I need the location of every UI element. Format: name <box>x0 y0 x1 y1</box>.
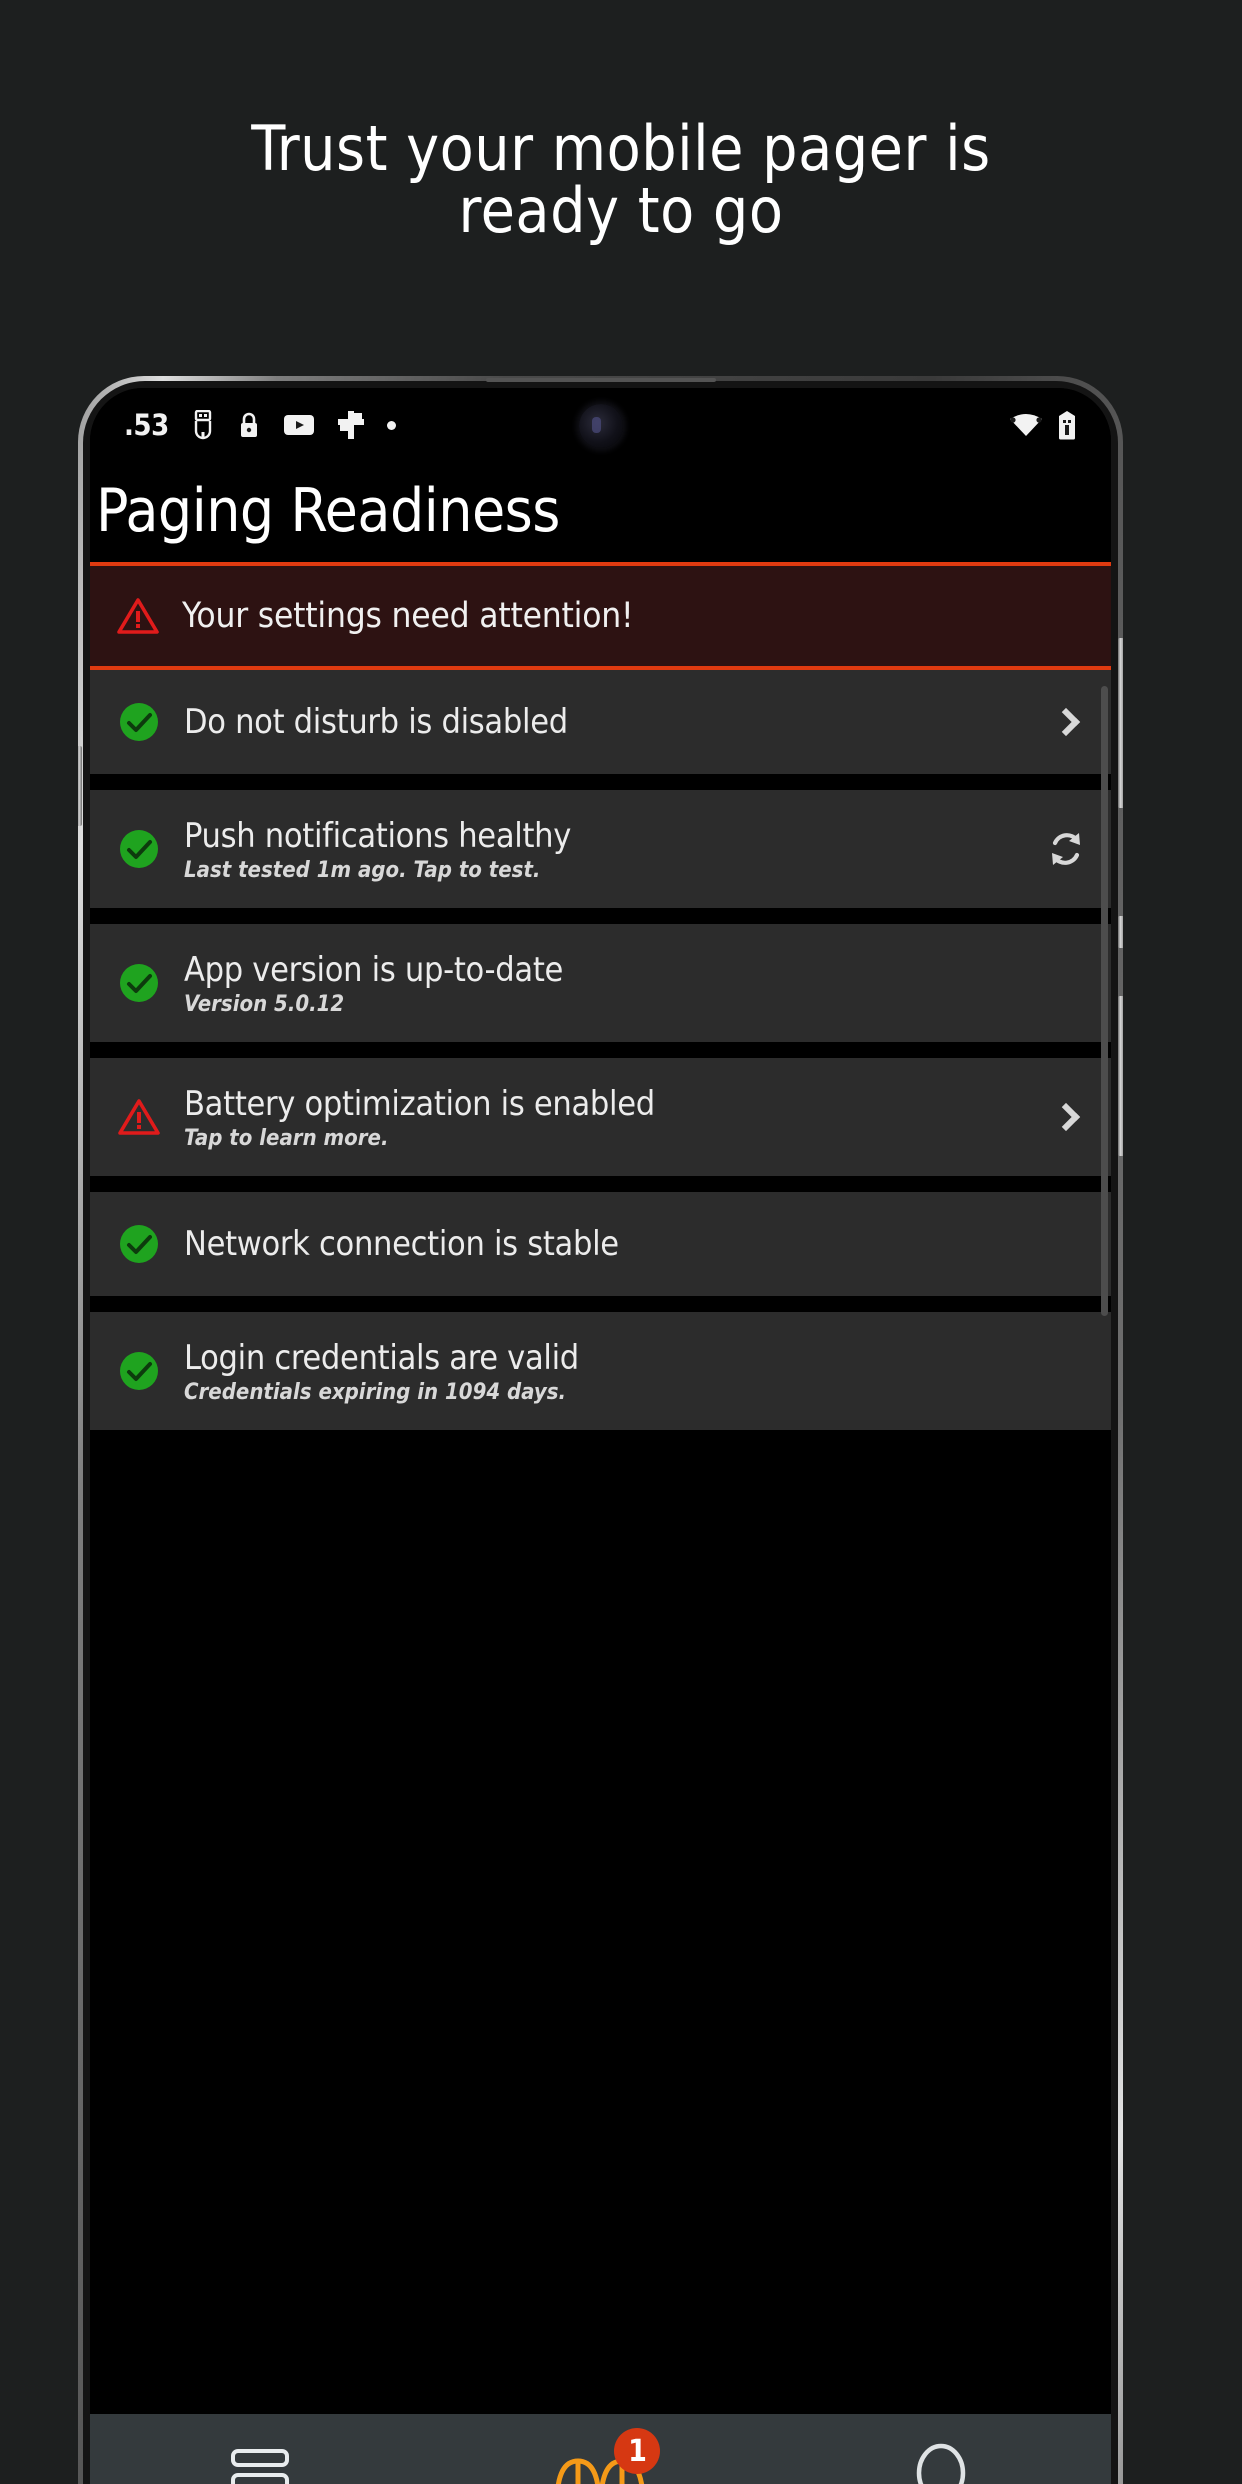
hamburger-list-icon <box>231 2449 290 2484</box>
side-key-left[interactable] <box>78 746 82 826</box>
wifi-icon <box>1010 414 1042 436</box>
chevron-right-icon[interactable] <box>1043 1102 1089 1132</box>
list-item-title: Do not disturb is disabled <box>184 702 568 742</box>
phone-screen: .53 Paging Readiness Your settings need … <box>90 388 1111 2484</box>
list-item[interactable]: App version is up-to-date Version 5.0.12 <box>90 924 1111 1042</box>
list-item-title: Battery optimization is enabled <box>184 1083 655 1124</box>
check-circle-icon <box>116 700 162 744</box>
settings-alert-banner[interactable]: Your settings need attention! <box>90 562 1111 670</box>
refresh-icon[interactable] <box>1043 826 1089 872</box>
check-circle-icon <box>116 1349 162 1393</box>
list-item[interactable]: Network connection is stable <box>90 1192 1111 1296</box>
list-item-body: Login credentials are valid Credentials … <box>184 1338 1021 1405</box>
page-title: Trust your mobile pager is ready to go <box>62 118 1180 242</box>
sidebar-item-menu[interactable] <box>90 2414 430 2484</box>
list-item-title: Network connection is stable <box>184 1224 619 1264</box>
list-item-subtitle: Tap to learn more. <box>184 1125 389 1151</box>
lock-icon <box>240 412 257 437</box>
list-item-subtitle: Version 5.0.12 <box>184 991 345 1017</box>
bluetooth-share-icon <box>337 411 364 439</box>
list-item[interactable]: Login credentials are valid Credentials … <box>90 1312 1111 1430</box>
bottom-navigation-bar: 1 <box>90 2414 1111 2484</box>
usb-icon <box>194 410 211 440</box>
list-item-subtitle: Last tested 1m ago. Tap to test. <box>184 857 541 883</box>
status-bar-right <box>1009 410 1077 440</box>
circle-outline-icon <box>916 2443 966 2484</box>
list-item-title: App version is up-to-date <box>184 949 564 990</box>
battery-icon <box>1059 411 1075 440</box>
status-bar-left: .53 <box>124 408 396 442</box>
chevron-right-icon[interactable] <box>1043 707 1089 737</box>
check-circle-icon <box>116 961 162 1005</box>
screenshot-root: Trust your mobile pager is ready to go .… <box>0 0 1242 2484</box>
list-item-body: Battery optimization is enabled Tap to l… <box>184 1084 1021 1151</box>
status-bar: .53 <box>90 388 1111 462</box>
status-bar-clock: .53 <box>124 408 169 442</box>
earpiece-speaker <box>485 378 716 382</box>
volume-down-button[interactable] <box>1118 996 1123 1156</box>
list-item[interactable]: Push notifications healthy Last tested 1… <box>90 790 1111 908</box>
app-screen-title: Paging Readiness <box>90 462 1111 562</box>
alert-banner-text: Your settings need attention! <box>182 596 634 636</box>
list-item[interactable]: Do not disturb is disabled <box>90 670 1111 774</box>
vertical-scrollbar[interactable] <box>1101 686 1108 1316</box>
dot-indicator-icon <box>386 420 396 430</box>
headline-line-2: ready to go <box>458 174 784 247</box>
youtube-icon <box>283 415 314 435</box>
headline-line-1: Trust your mobile pager is <box>251 112 991 185</box>
check-circle-icon <box>116 1222 162 1266</box>
front-camera-punch-hole <box>578 404 623 448</box>
warning-triangle-icon <box>116 1097 162 1137</box>
list-item[interactable]: Battery optimization is enabled Tap to l… <box>90 1058 1111 1176</box>
readiness-checklist: Do not disturb is disabled Push notifica… <box>90 670 1111 2056</box>
sidebar-item-pager[interactable]: 1 <box>430 2414 770 2484</box>
check-circle-icon <box>116 827 162 871</box>
warning-triangle-icon <box>117 598 159 634</box>
power-button[interactable] <box>1118 916 1123 948</box>
list-item-title: Push notifications healthy <box>184 815 572 856</box>
list-item-subtitle: Credentials expiring in 1094 days. <box>184 1379 567 1405</box>
phone-mockup: .53 Paging Readiness Your settings need … <box>78 376 1123 2484</box>
sidebar-item-profile[interactable] <box>771 2414 1111 2484</box>
list-item-body: App version is up-to-date Version 5.0.12 <box>184 950 1021 1017</box>
list-item-body: Push notifications healthy Last tested 1… <box>184 816 1021 883</box>
list-item-body: Network connection is stable <box>184 1224 1021 1264</box>
list-item-body: Do not disturb is disabled <box>184 702 1021 742</box>
volume-up-button[interactable] <box>1118 638 1123 808</box>
list-item-title: Login credentials are valid <box>184 1337 579 1378</box>
